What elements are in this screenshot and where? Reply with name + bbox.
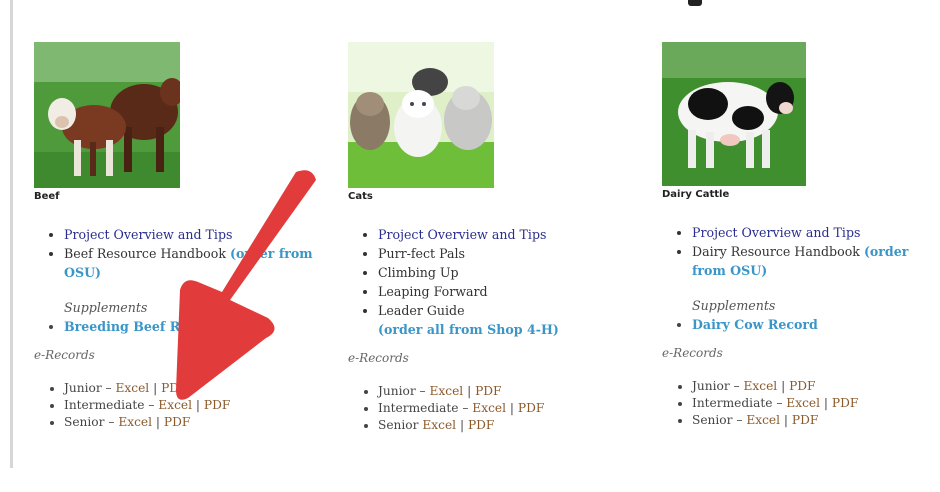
beef-overview-link[interactable]: Project Overview and Tips bbox=[64, 227, 232, 242]
breeding-beef-record-link[interactable]: Breeding Beef Record bbox=[64, 319, 220, 334]
list-item: Senior – Excel | PDF bbox=[692, 412, 940, 429]
beef-junior-pdf-link[interactable]: PDF bbox=[161, 381, 187, 395]
list-item: Senior – Excel | PDF bbox=[64, 414, 324, 431]
cats-senior-excel-link[interactable]: Excel bbox=[422, 418, 456, 432]
list-item: Intermediate – Excel | PDF bbox=[378, 400, 638, 417]
list-item: Intermediate – Excel | PDF bbox=[692, 395, 940, 412]
beef-senior-pdf-link[interactable]: PDF bbox=[164, 415, 190, 429]
dairy-cow-record-link[interactable]: Dairy Cow Record bbox=[692, 317, 818, 332]
record-level: Senior – bbox=[64, 415, 119, 429]
cats-senior-pdf-link[interactable]: PDF bbox=[468, 418, 494, 432]
dairy-senior-excel-link[interactable]: Excel bbox=[746, 413, 780, 427]
list-item: Project Overview and Tips bbox=[378, 225, 638, 244]
list-item: Junior – Excel | PDF bbox=[64, 380, 324, 397]
dairy-resource-list: Project Overview and Tips Dairy Resource… bbox=[662, 223, 940, 280]
cats-intermediate-excel-link[interactable]: Excel bbox=[472, 401, 506, 415]
leaping-forward-text: Leaping Forward bbox=[378, 284, 488, 299]
beef-intermediate-excel-link[interactable]: Excel bbox=[158, 398, 192, 412]
beef-junior-excel-link[interactable]: Excel bbox=[116, 381, 150, 395]
dairy-overview-link[interactable]: Project Overview and Tips bbox=[692, 225, 860, 240]
beef-intermediate-pdf-link[interactable]: PDF bbox=[204, 398, 230, 412]
record-level: Intermediate – bbox=[692, 396, 787, 410]
list-item: Climbing Up bbox=[378, 263, 638, 282]
record-separator: | bbox=[506, 401, 518, 415]
record-level: Junior – bbox=[692, 379, 744, 393]
cats-junior-excel-link[interactable]: Excel bbox=[430, 384, 464, 398]
dairy-junior-pdf-link[interactable]: PDF bbox=[789, 379, 815, 393]
dairy-erecords-label: e-Records bbox=[662, 346, 723, 360]
column-cats: Cats Project Overview and Tips Purr-fect… bbox=[348, 42, 638, 434]
record-level: Junior – bbox=[378, 384, 430, 398]
list-item: Project Overview and Tips bbox=[692, 223, 940, 242]
left-border bbox=[10, 0, 13, 468]
list-item: Leaping Forward bbox=[378, 282, 638, 301]
record-level: Intermediate – bbox=[378, 401, 473, 415]
purr-fect-pals-text: Purr-fect Pals bbox=[378, 246, 466, 261]
cats-erecords-label: e-Records bbox=[348, 351, 409, 365]
list-item: Project Overview and Tips bbox=[64, 225, 324, 244]
dairy-intermediate-pdf-link[interactable]: PDF bbox=[832, 396, 858, 410]
list-item: Senior Excel | PDF bbox=[378, 417, 638, 434]
record-separator: | bbox=[777, 379, 790, 393]
cats-junior-pdf-link[interactable]: PDF bbox=[475, 384, 501, 398]
list-item: Dairy Resource Handbook (order from OSU) bbox=[692, 242, 940, 280]
leader-guide-text: Leader Guide bbox=[378, 303, 465, 318]
list-item: Dairy Cow Record bbox=[692, 315, 940, 334]
animal-name-beef: Beef bbox=[34, 191, 60, 202]
climbing-up-text: Climbing Up bbox=[378, 265, 459, 280]
dairy-intermediate-excel-link[interactable]: Excel bbox=[786, 396, 820, 410]
column-beef: Beef Project Overview and Tips Beef Reso… bbox=[34, 42, 324, 431]
record-separator: | bbox=[463, 384, 476, 398]
beef-supplements-list: Breeding Beef Record bbox=[34, 317, 324, 336]
list-item: Junior – Excel | PDF bbox=[692, 378, 940, 395]
record-separator: | bbox=[192, 398, 204, 412]
beef-image[interactable] bbox=[34, 42, 180, 188]
animal-name-cats: Cats bbox=[348, 191, 373, 202]
column-dairy-cattle: Dairy Cattle Project Overview and Tips D… bbox=[662, 42, 940, 429]
record-level: Junior – bbox=[64, 381, 116, 395]
beef-erecords-label: e-Records bbox=[34, 348, 95, 362]
list-item: Intermediate – Excel | PDF bbox=[64, 397, 324, 414]
record-separator: | bbox=[149, 381, 162, 395]
dairy-cattle-image[interactable] bbox=[662, 42, 806, 186]
list-item: Purr-fect Pals bbox=[378, 244, 638, 263]
dairy-handbook-text: Dairy Resource Handbook bbox=[692, 244, 860, 259]
animal-name-dairy-cattle: Dairy Cattle bbox=[662, 189, 730, 200]
record-separator: | bbox=[780, 413, 792, 427]
cats-erecords-list: Junior – Excel | PDF Intermediate – Exce… bbox=[348, 383, 638, 434]
record-level: Senior bbox=[378, 418, 423, 432]
beef-resource-list: Project Overview and Tips Beef Resource … bbox=[34, 225, 324, 282]
cats-intermediate-pdf-link[interactable]: PDF bbox=[518, 401, 544, 415]
beef-senior-excel-link[interactable]: Excel bbox=[118, 415, 152, 429]
cats-overview-link[interactable]: Project Overview and Tips bbox=[378, 227, 546, 242]
beef-handbook-text: Beef Resource Handbook bbox=[64, 246, 226, 261]
cats-image[interactable] bbox=[348, 42, 494, 188]
record-separator: | bbox=[152, 415, 164, 429]
dairy-erecords-list: Junior – Excel | PDF Intermediate – Exce… bbox=[662, 378, 940, 429]
record-separator: | bbox=[456, 418, 468, 432]
list-item: Leader Guide (order all from Shop 4-H) bbox=[378, 301, 638, 339]
list-item: Beef Resource Handbook (order from OSU) bbox=[64, 244, 324, 282]
cats-resource-list: Project Overview and Tips Purr-fect Pals… bbox=[348, 225, 638, 339]
record-separator: | bbox=[820, 396, 832, 410]
list-item: Junior – Excel | PDF bbox=[378, 383, 638, 400]
dairy-junior-excel-link[interactable]: Excel bbox=[744, 379, 778, 393]
order-all-shop-4h-link[interactable]: (order all from Shop 4-H) bbox=[378, 322, 559, 337]
record-level: Senior – bbox=[692, 413, 747, 427]
top-edge-fragment bbox=[688, 0, 702, 6]
list-item: Breeding Beef Record bbox=[64, 317, 324, 336]
dairy-supplements-list: Dairy Cow Record bbox=[662, 315, 940, 334]
dairy-supplements-label: Supplements bbox=[692, 298, 776, 313]
dairy-senior-pdf-link[interactable]: PDF bbox=[792, 413, 818, 427]
record-level: Intermediate – bbox=[64, 398, 159, 412]
beef-erecords-list: Junior – Excel | PDF Intermediate – Exce… bbox=[34, 380, 324, 431]
beef-supplements-label: Supplements bbox=[64, 300, 148, 315]
